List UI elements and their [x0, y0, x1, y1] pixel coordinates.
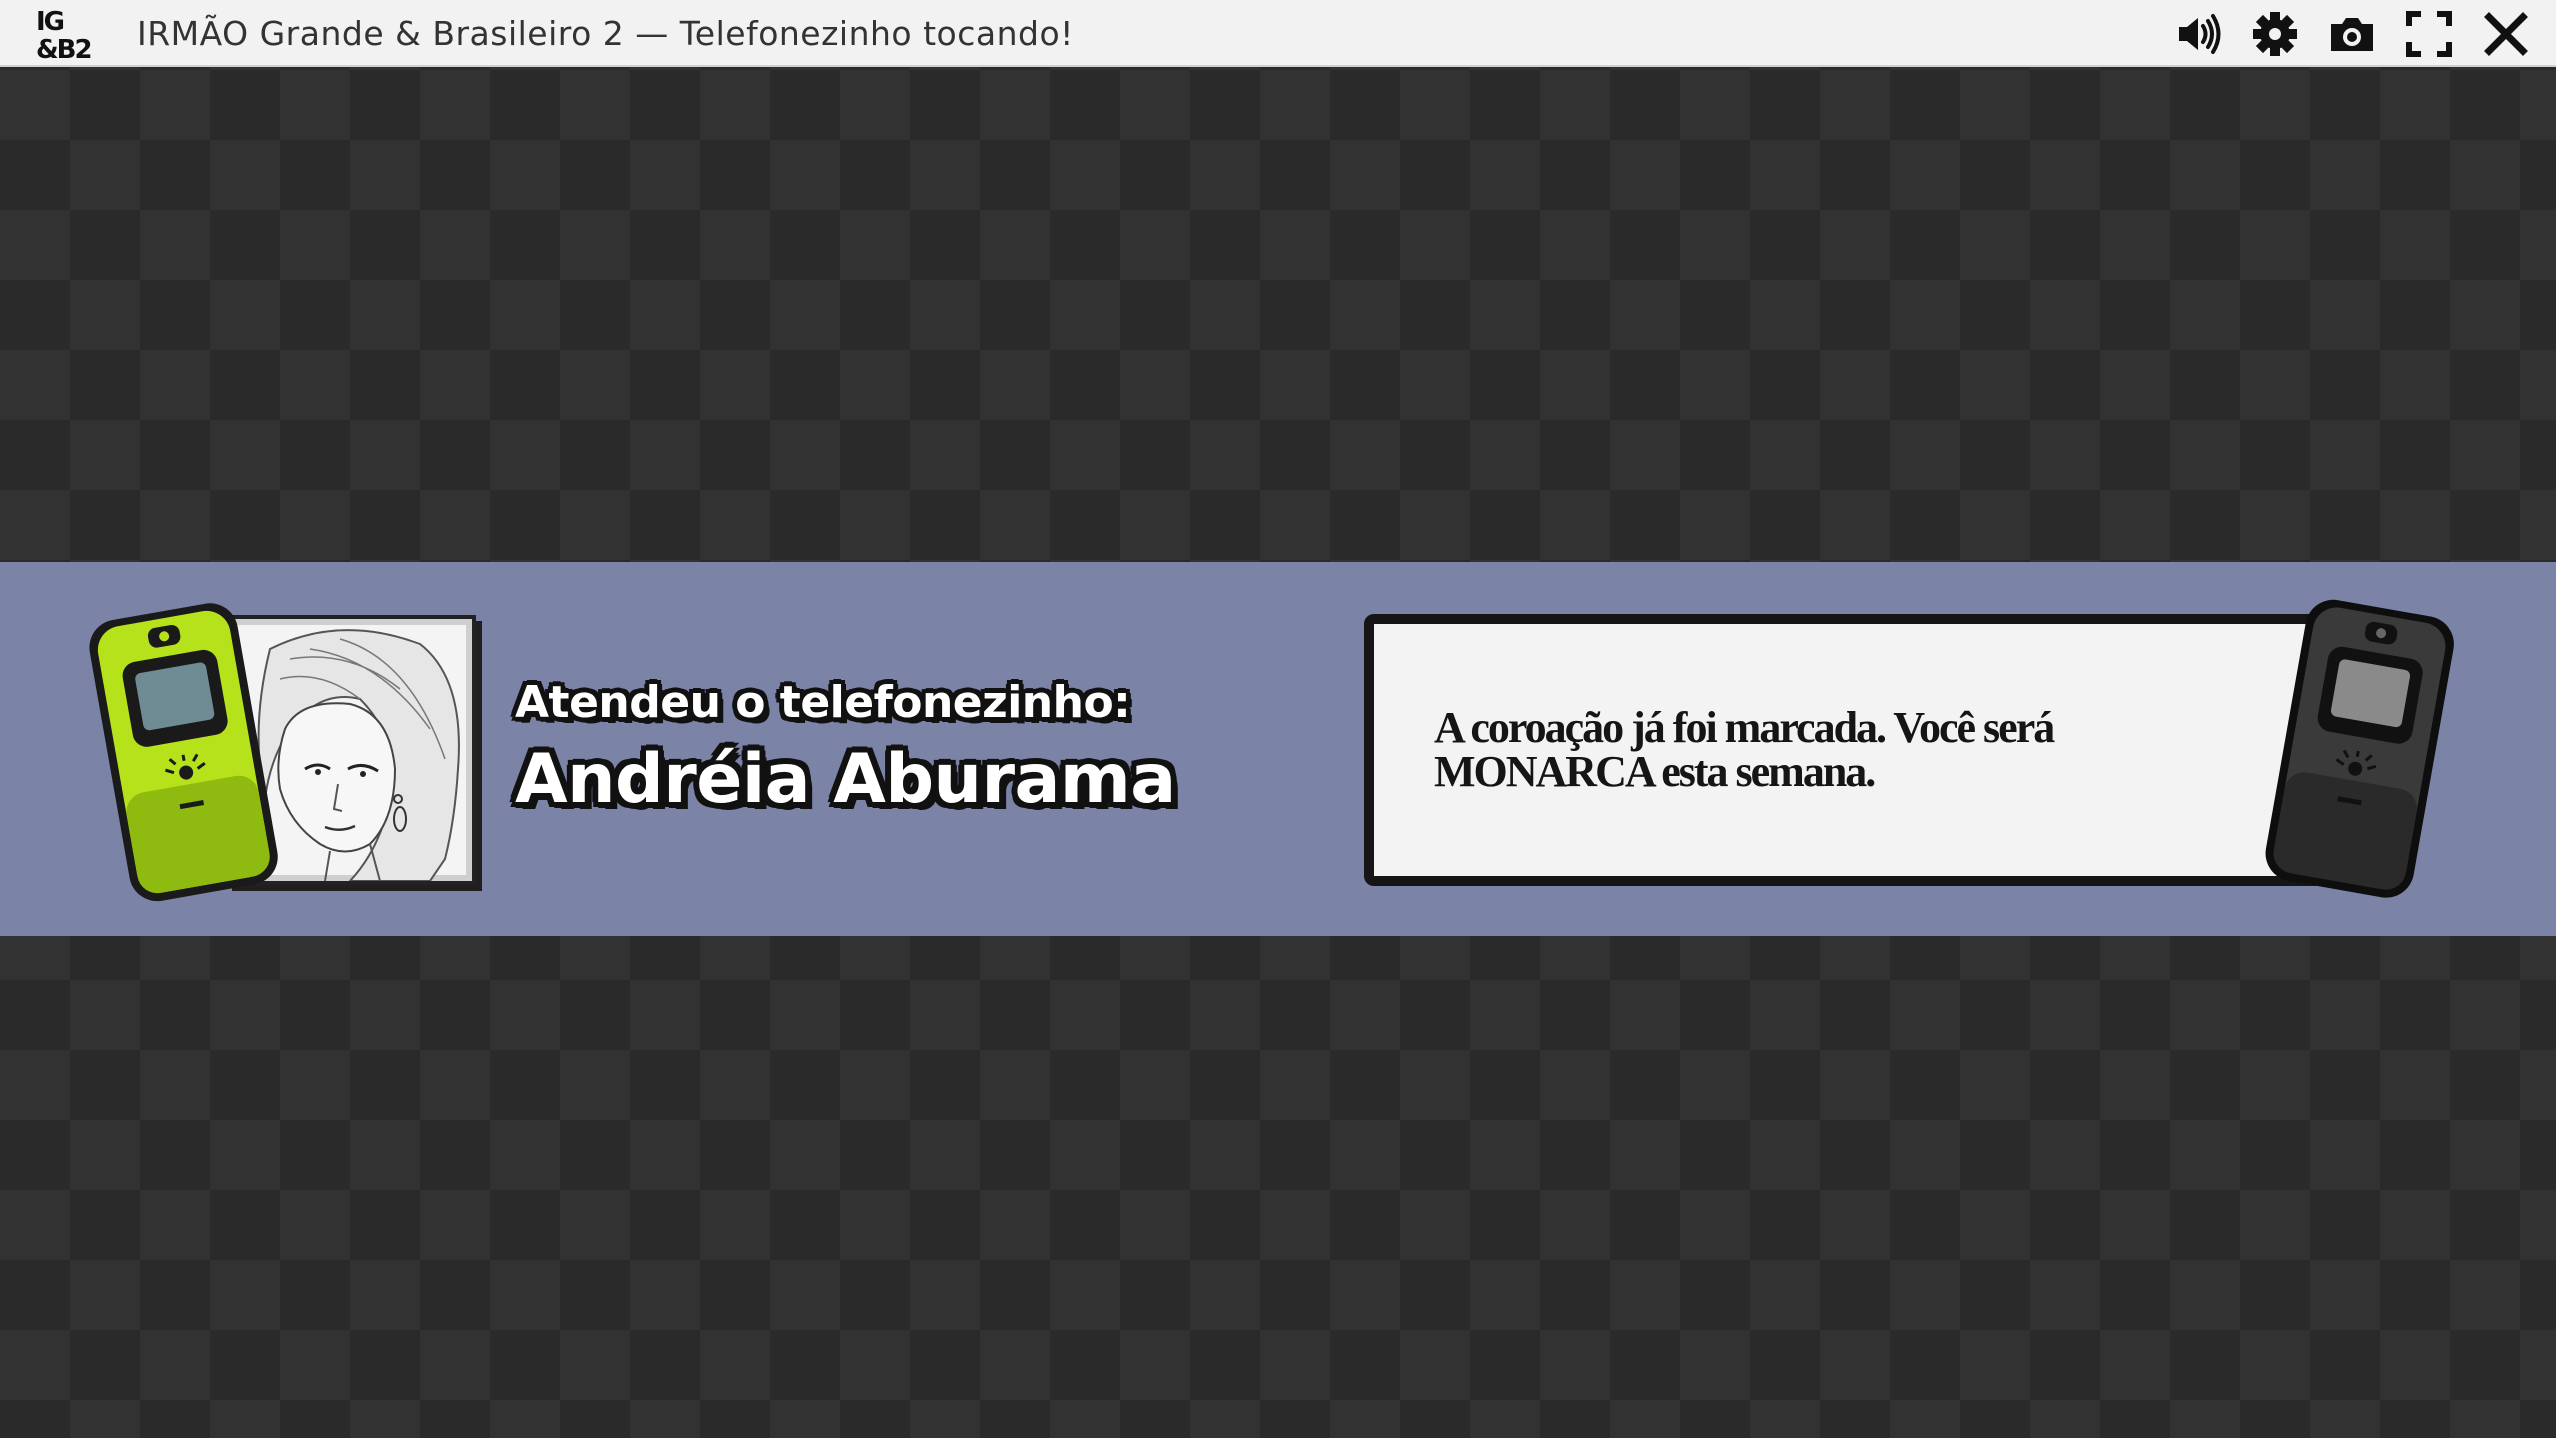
green-flip-phone-icon: [89, 603, 278, 902]
volume-icon: [2179, 14, 2221, 54]
window-title: IRMÃO Grande & Brasileiro 2 — Telefonezi…: [137, 14, 1074, 53]
game-logo-icon: IG &B2: [36, 7, 93, 62]
settings-gear-icon: [2253, 12, 2297, 56]
settings-button[interactable]: [2249, 8, 2301, 60]
call-message-box[interactable]: A coroação já foi marcada. Você será MON…: [1364, 614, 2324, 886]
svg-text:&B2: &B2: [36, 35, 91, 62]
call-message-text: A coroação já foi marcada. Você será MON…: [1434, 703, 2055, 796]
screenshot-camera-icon: [2331, 18, 2373, 51]
screenshot-button[interactable]: [2326, 8, 2378, 60]
close-icon: [2484, 12, 2528, 56]
svg-text:IG: IG: [36, 7, 64, 37]
fullscreen-button[interactable]: [2403, 8, 2455, 60]
volume-button[interactable]: [2172, 8, 2224, 60]
close-button[interactable]: [2480, 8, 2532, 60]
fullscreen-icon: [2406, 11, 2452, 57]
black-flip-phone-icon: [2265, 599, 2454, 898]
caller-name: Andréia Aburama: [515, 740, 1176, 819]
window-titlebar: IG &B2 IRMÃO Grande & Brasileiro 2 — Tel…: [0, 0, 2556, 67]
call-answered-label: Atendeu o telefonezinho:: [515, 677, 1131, 728]
